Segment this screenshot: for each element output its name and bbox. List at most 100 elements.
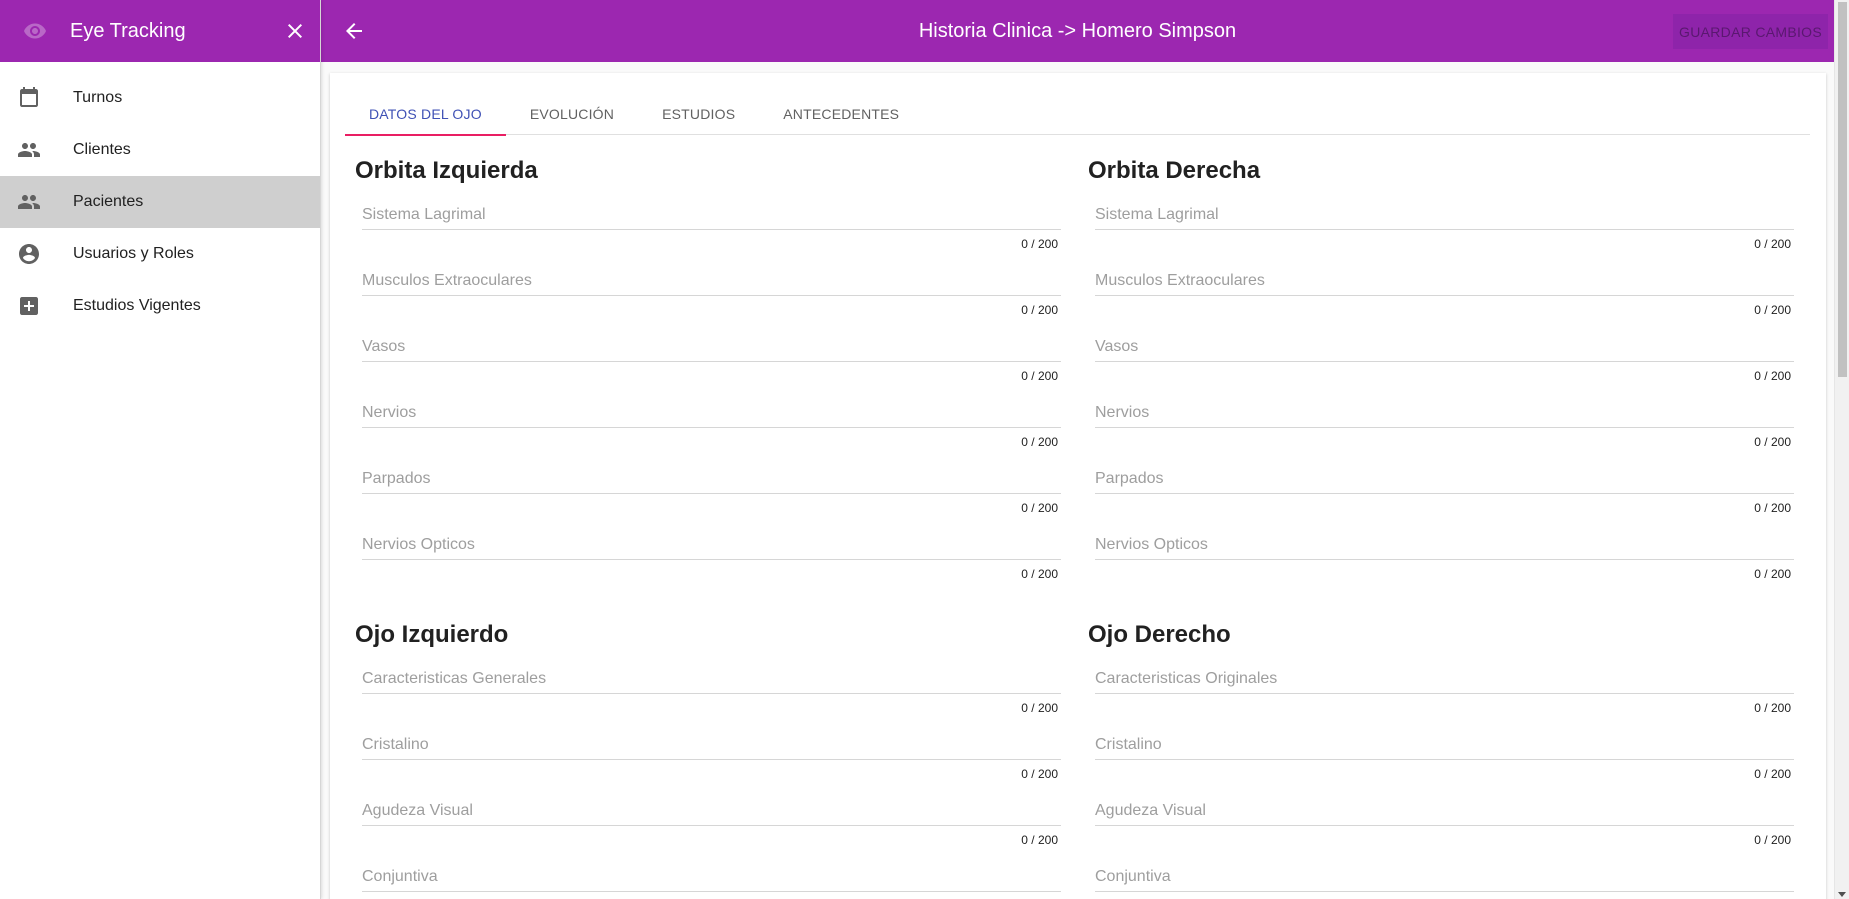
- sidebar-item-label: Clientes: [73, 141, 131, 158]
- textfield-sistema-lagrimal[interactable]: Sistema Lagrimal 0 / 200: [1095, 189, 1794, 255]
- field-underline: [1095, 229, 1794, 230]
- field-underline: [362, 295, 1061, 296]
- textfield-nervios[interactable]: Nervios 0 / 200: [1095, 387, 1794, 453]
- people-icon: [0, 190, 73, 214]
- vertical-scrollbar[interactable]: [1834, 0, 1849, 899]
- right-column: Orbita Derecha Sistema Lagrimal 0 / 200 Mu…: [1088, 135, 1794, 899]
- field-label: Vasos: [1095, 338, 1139, 355]
- textfield-nervios[interactable]: Nervios 0 / 200: [362, 387, 1061, 453]
- field-label: Sistema Lagrimal: [362, 206, 486, 223]
- textfield-sistema-lagrimal[interactable]: Sistema Lagrimal 0 / 200: [362, 189, 1061, 255]
- main-card: DATOS DEL OJO EVOLUCIÓN ESTUDIOS ANTECEDENT…: [330, 73, 1826, 899]
- field-label: Caracteristicas Originales: [1095, 670, 1278, 687]
- field-label: Musculos Extraoculares: [362, 272, 532, 289]
- page-title: Historia Clinica -> Homero Simpson: [918, 19, 1237, 42]
- textfield-conjuntiva[interactable]: Conjuntiva0 / 200: [1095, 851, 1794, 899]
- sidebar-item-label: Estudios Vigentes: [73, 297, 201, 314]
- textfield-parpados[interactable]: Parpados 0 / 200: [1095, 453, 1794, 519]
- char-counter: 0 / 200: [1021, 833, 1058, 847]
- textfield-nervios-opticos[interactable]: Nervios Opticos 0 / 200: [1095, 519, 1794, 585]
- field-label: Sistema Lagrimal: [1095, 206, 1219, 223]
- field-label: Nervios Opticos: [362, 536, 475, 553]
- sidebar: Eye Tracking Turnos Clientes Pacientes Usua…: [0, 0, 321, 899]
- eye-icon: [0, 19, 70, 43]
- sidebar-header: Eye Tracking: [0, 0, 320, 62]
- field-underline: [362, 559, 1061, 560]
- account-circle-icon: [0, 242, 73, 266]
- textfield-cristalino[interactable]: Cristalino 0 / 200: [1095, 719, 1794, 785]
- char-counter: 0 / 200: [1021, 701, 1058, 715]
- textfield-conjuntiva[interactable]: Conjuntiva0 / 200: [362, 851, 1061, 899]
- people-icon: [0, 138, 73, 162]
- textfield-cristalino[interactable]: Cristalino 0 / 200: [362, 719, 1061, 785]
- char-counter: 0 / 200: [1754, 767, 1791, 781]
- field-underline: [362, 825, 1061, 826]
- field-label: Agudeza Visual: [362, 802, 473, 819]
- textfield-vasos[interactable]: Vasos 0 / 200: [362, 321, 1061, 387]
- field-label: Cristalino: [362, 736, 429, 753]
- save-button[interactable]: GUARDAR CAMBIOS: [1673, 14, 1828, 49]
- sidebar-item-label: Pacientes: [73, 193, 144, 210]
- char-counter: 0 / 200: [1754, 303, 1791, 317]
- field-underline: [362, 361, 1061, 362]
- ojo-izquierdo-fields: Caracteristicas Generales 0 / 200 Cristali…: [355, 653, 1061, 899]
- char-counter: 0 / 200: [1754, 567, 1791, 581]
- field-label: Nervios: [362, 404, 417, 421]
- textfield-parpados[interactable]: Parpados 0 / 200: [362, 453, 1061, 519]
- sidebar-item-label: Turnos: [73, 89, 123, 106]
- char-counter: 0 / 200: [1021, 767, 1058, 781]
- textfield-caracteristicas-generales[interactable]: Caracteristicas Generales 0 / 200: [362, 653, 1061, 719]
- app: Eye Tracking Turnos Clientes Pacientes Usua…: [0, 0, 1849, 899]
- sidebar-item-turnos[interactable]: Turnos: [0, 72, 320, 124]
- char-counter: 0 / 200: [1021, 369, 1058, 383]
- field-underline: [1095, 493, 1794, 494]
- field-label: Agudeza Visual: [1095, 802, 1206, 819]
- textfield-agudeza-visual[interactable]: Agudeza Visual 0 / 200: [362, 785, 1061, 851]
- field-label: Parpados: [1095, 470, 1164, 487]
- ojo-derecho-fields: Caracteristicas Originales 0 / 200 Cristal…: [1088, 653, 1794, 899]
- section-title-orbita-izquierda: Orbita Izquierda: [355, 157, 538, 184]
- sidebar-item-pacientes[interactable]: Pacientes: [0, 176, 320, 228]
- close-icon[interactable]: [270, 0, 320, 62]
- char-counter: 0 / 200: [1754, 237, 1791, 251]
- textfield-vasos[interactable]: Vasos 0 / 200: [1095, 321, 1794, 387]
- field-underline: [362, 759, 1061, 760]
- field-underline: [1095, 759, 1794, 760]
- textfield-agudeza-visual[interactable]: Agudeza Visual 0 / 200: [1095, 785, 1794, 851]
- tab-antecedentes[interactable]: ANTECEDENTES: [759, 93, 923, 135]
- app-title: Eye Tracking: [70, 19, 186, 42]
- section-title-ojo-izquierdo: Ojo Izquierdo: [355, 621, 509, 648]
- textfield-nervios-opticos[interactable]: Nervios Opticos 0 / 200: [362, 519, 1061, 585]
- field-label: Nervios: [1095, 404, 1150, 421]
- tab-bar: DATOS DEL OJO EVOLUCIÓN ESTUDIOS ANTECEDENT…: [345, 93, 1810, 136]
- field-underline: [362, 493, 1061, 494]
- field-underline: [1095, 825, 1794, 826]
- sidebar-item-label: Usuarios y Roles: [73, 245, 194, 262]
- calendar-icon: [0, 86, 73, 110]
- field-underline: [362, 891, 1061, 892]
- field-label: Musculos Extraoculares: [1095, 272, 1265, 289]
- orbita-izquierda-fields: Sistema Lagrimal 0 / 200 Musculos Extraocu…: [355, 189, 1061, 585]
- sidebar-item-usuarios-y-roles[interactable]: Usuarios y Roles: [0, 228, 320, 280]
- textfield-caracteristicas-originales[interactable]: Caracteristicas Originales 0 / 200: [1095, 653, 1794, 719]
- field-underline: [362, 229, 1061, 230]
- section-title-ojo-derecho: Ojo Derecho: [1088, 621, 1231, 648]
- tab-datos-del-ojo[interactable]: DATOS DEL OJO: [345, 93, 506, 136]
- char-counter: 0 / 200: [1754, 833, 1791, 847]
- tab-evolucion[interactable]: EVOLUCIÓN: [506, 93, 638, 135]
- field-label: Conjuntiva: [362, 868, 438, 885]
- textfield-musculos-extraoculares[interactable]: Musculos Extraoculares 0 / 200: [1095, 255, 1794, 321]
- sidebar-item-estudios-vigentes[interactable]: Estudios Vigentes: [0, 280, 320, 332]
- scroll-down-arrow-icon[interactable]: [1838, 892, 1846, 897]
- field-label: Nervios Opticos: [1095, 536, 1208, 553]
- char-counter: 0 / 200: [1754, 701, 1791, 715]
- field-underline: [1095, 427, 1794, 428]
- sidebar-item-clientes[interactable]: Clientes: [0, 124, 320, 176]
- back-arrow-icon[interactable]: [326, 0, 381, 62]
- tab-estudios[interactable]: ESTUDIOS: [638, 93, 759, 135]
- scrollbar-thumb[interactable]: [1838, 2, 1847, 377]
- textfield-musculos-extraoculares[interactable]: Musculos Extraoculares 0 / 200: [362, 255, 1061, 321]
- char-counter: 0 / 200: [1754, 501, 1791, 515]
- field-underline: [362, 693, 1061, 694]
- section-title-orbita-derecha: Orbita Derecha: [1088, 157, 1261, 184]
